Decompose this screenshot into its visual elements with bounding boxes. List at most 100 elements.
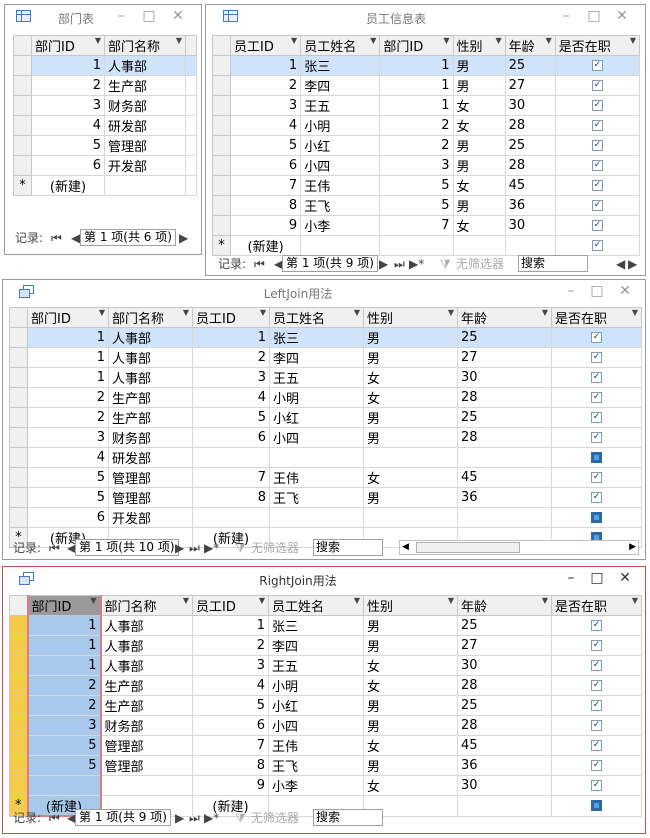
- row-selector[interactable]: [9, 367, 28, 388]
- column-header[interactable]: 部门名称 ▼: [100, 595, 193, 616]
- row-selector[interactable]: [9, 327, 28, 348]
- title-bar[interactable]: 部门表 – □ ✕: [5, 5, 201, 29]
- cell[interactable]: 女: [363, 367, 458, 388]
- cell[interactable]: 25: [504, 135, 556, 156]
- cell[interactable]: 45: [457, 467, 552, 488]
- title-bar[interactable]: LeftJoin用法 – □ ✕: [3, 280, 645, 304]
- cell[interactable]: 2: [26, 675, 102, 696]
- cell[interactable]: 男: [452, 55, 506, 76]
- column-header[interactable]: 是否在职 ▼: [551, 595, 642, 616]
- checkbox-checked[interactable]: ✓: [591, 680, 602, 691]
- cell[interactable]: 王伟: [268, 735, 364, 756]
- checkbox-checked[interactable]: ✓: [591, 740, 602, 751]
- filter-status[interactable]: 无筛选器: [456, 255, 504, 273]
- minimize-icon[interactable]: –: [561, 282, 581, 300]
- checkbox-checked[interactable]: ✓: [591, 140, 603, 151]
- cell[interactable]: 25: [504, 55, 556, 76]
- table-row[interactable]: 3 王五 1 女 30 ✓: [211, 95, 641, 116]
- row-selector[interactable]: [9, 427, 28, 448]
- cell[interactable]: 9: [230, 215, 302, 236]
- checkbox-cell[interactable]: ✓: [551, 347, 642, 368]
- cell[interactable]: 5: [26, 755, 102, 776]
- first-record-icon[interactable]: ⏮: [49, 809, 60, 827]
- checkbox-checked[interactable]: ✓: [591, 352, 602, 363]
- checkbox-cell[interactable]: ✓: [551, 735, 642, 756]
- checkbox-checked[interactable]: ✓: [591, 660, 602, 671]
- cell[interactable]: 男: [363, 407, 458, 428]
- checkbox-cell[interactable]: ✓: [551, 327, 642, 348]
- cell[interactable]: [379, 235, 454, 256]
- cell[interactable]: 小李: [268, 775, 364, 796]
- row-selector[interactable]: [13, 135, 32, 156]
- maximize-icon[interactable]: □: [584, 7, 604, 25]
- table-row[interactable]: 6 开发部: [13, 155, 197, 176]
- cell[interactable]: 男: [452, 75, 506, 96]
- cell[interactable]: 财务部: [100, 715, 193, 736]
- checkbox-checked[interactable]: ✓: [591, 160, 603, 171]
- cell[interactable]: 2: [31, 75, 105, 96]
- cell[interactable]: 男: [363, 695, 458, 716]
- table-row[interactable]: 4 小明 2 女 28 ✓: [211, 115, 641, 136]
- cell[interactable]: 4: [230, 115, 302, 136]
- cell[interactable]: 3: [379, 155, 454, 176]
- table-row[interactable]: 6 小四 3 男 28 ✓: [211, 155, 641, 176]
- checkbox-checked[interactable]: ✓: [591, 720, 602, 731]
- cell[interactable]: 5: [230, 135, 302, 156]
- row-selector[interactable]: [211, 135, 232, 156]
- cell[interactable]: [104, 175, 186, 196]
- first-record-icon[interactable]: ⏮: [49, 539, 60, 557]
- last-record-icon[interactable]: ⏭: [394, 255, 405, 273]
- cell[interactable]: 5: [379, 175, 454, 196]
- cell[interactable]: 男: [452, 155, 506, 176]
- column-header[interactable]: 部门ID ▼: [26, 595, 102, 616]
- cell[interactable]: 6: [192, 427, 270, 448]
- row-selector[interactable]: *: [211, 235, 232, 256]
- checkbox-cell[interactable]: ✓: [554, 75, 641, 96]
- current-record-field[interactable]: 第 1 项(共 6 项): [80, 229, 176, 246]
- checkbox-checked[interactable]: ✓: [591, 640, 602, 651]
- cell[interactable]: 1: [27, 347, 109, 368]
- column-header[interactable]: 员工ID ▼: [192, 595, 269, 616]
- cell[interactable]: [185, 115, 197, 136]
- row-selector[interactable]: [211, 175, 232, 196]
- row-selector[interactable]: [211, 215, 232, 236]
- checkbox-empty[interactable]: [591, 452, 602, 463]
- cell[interactable]: 女: [452, 115, 506, 136]
- cell[interactable]: 1: [26, 635, 102, 656]
- cell[interactable]: [26, 775, 102, 796]
- cell[interactable]: 1: [27, 367, 109, 388]
- title-bar[interactable]: 员工信息表 – □ ✕: [206, 5, 645, 29]
- cell[interactable]: 男: [363, 427, 458, 448]
- cell[interactable]: 28: [457, 427, 552, 448]
- cell[interactable]: 张三: [300, 55, 381, 76]
- cell[interactable]: (新建): [230, 235, 302, 256]
- cell[interactable]: 女: [363, 735, 458, 756]
- cell[interactable]: 男: [363, 715, 458, 736]
- checkbox-cell[interactable]: ✓: [551, 367, 642, 388]
- cell[interactable]: 4: [27, 447, 109, 468]
- cell[interactable]: 王伟: [300, 175, 381, 196]
- cell[interactable]: 25: [457, 615, 552, 636]
- checkbox-cell[interactable]: ✓: [551, 467, 642, 488]
- checkbox-checked[interactable]: ✓: [591, 120, 603, 131]
- cell[interactable]: 5: [31, 135, 105, 156]
- table-row[interactable]: 5 管理部 8 王飞男 36 ✓: [9, 487, 642, 508]
- cell[interactable]: 36: [457, 755, 552, 776]
- new-record-icon[interactable]: ▶*: [409, 255, 424, 273]
- cell[interactable]: 5: [192, 695, 269, 716]
- cell[interactable]: 男: [363, 487, 458, 508]
- cell[interactable]: 生产部: [108, 387, 193, 408]
- cell[interactable]: 2: [192, 347, 270, 368]
- cell[interactable]: 2: [192, 635, 269, 656]
- cell[interactable]: [363, 447, 458, 468]
- column-header[interactable]: 性别 ▼: [452, 35, 506, 56]
- scroll-right-icon[interactable]: ▶: [628, 255, 637, 273]
- cell[interactable]: 8: [230, 195, 302, 216]
- filter-icon[interactable]: ⧩: [235, 539, 246, 557]
- cell[interactable]: 管理部: [100, 755, 193, 776]
- cell[interactable]: 5: [192, 407, 270, 428]
- close-icon[interactable]: ✕: [615, 282, 635, 300]
- cell[interactable]: [504, 235, 556, 256]
- table-row[interactable]: 2 生产部 4 小明女 28 ✓: [9, 387, 642, 408]
- prev-record-icon[interactable]: ◀: [71, 229, 80, 247]
